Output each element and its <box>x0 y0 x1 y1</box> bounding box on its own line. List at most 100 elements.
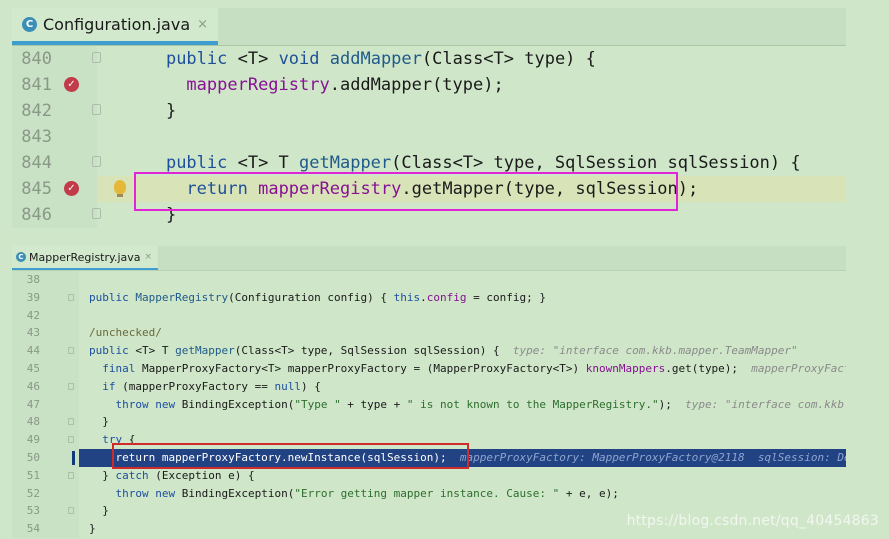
fold-marker-icon[interactable] <box>68 436 74 444</box>
code-line[interactable]: 47 throw new BindingException("Type " + … <box>12 395 847 414</box>
code-token: config <box>426 290 467 304</box>
code-token: (Class<T> type) { <box>421 49 596 69</box>
line-number: 42 <box>26 308 40 322</box>
code-line[interactable]: 842 } <box>12 98 846 124</box>
line-number: 844 <box>21 153 52 173</box>
breakpoint-icon[interactable]: ✓ <box>64 181 79 196</box>
line-number: 39 <box>26 290 40 304</box>
line-number: 45 <box>26 362 40 375</box>
fold-marker-icon[interactable] <box>92 104 101 115</box>
execution-point-icon <box>72 451 75 465</box>
fold-marker-icon[interactable] <box>68 471 74 479</box>
code-token: .addMapper(type); <box>329 75 504 95</box>
code-line[interactable]: 42 <box>12 306 846 325</box>
gutter[interactable]: 48 <box>12 413 79 432</box>
line-number: 51 <box>26 468 40 482</box>
gutter[interactable]: 842 <box>12 98 101 124</box>
code-text: public <T> void addMapper(Class<T> type)… <box>125 46 596 72</box>
code-text: } <box>125 98 176 124</box>
gutter[interactable]: 846 <box>12 202 101 228</box>
gutter[interactable]: 841 ✓ <box>12 72 97 98</box>
code-text: /unchecked/ <box>89 324 162 342</box>
code-editor[interactable]: 38 39 public MapperRegistry(Configuration … <box>12 271 846 538</box>
code-token: mapperRegistry <box>186 75 330 95</box>
code-text: } <box>89 520 96 538</box>
gutter[interactable]: 49 <box>12 431 79 449</box>
code-token: ) { <box>300 379 321 393</box>
gutter[interactable]: 43 <box>12 324 79 343</box>
line-number: 43 <box>26 326 40 340</box>
gutter[interactable]: 42 <box>12 306 79 325</box>
breakpoint-icon[interactable]: ✓ <box>64 77 79 92</box>
fold-marker-icon[interactable] <box>68 507 74 515</box>
line-number: 845 <box>21 179 52 199</box>
code-line[interactable]: 39 public MapperRegistry(Configuration co… <box>12 288 846 307</box>
code-token: BindingException( <box>175 397 295 411</box>
code-token: type: "interface com.kkb.mapper.TeamMapp… <box>512 344 798 358</box>
code-token: mapperProxyFactory <box>751 362 846 375</box>
code-token: getMapper <box>299 153 392 173</box>
code-token: /unchecked/ <box>89 326 162 340</box>
gutter[interactable]: 843 <box>12 124 97 150</box>
fold-marker-icon[interactable] <box>68 382 74 390</box>
code-line[interactable]: 52 throw new BindingException("Error get… <box>12 484 846 503</box>
code-token: } <box>89 415 109 429</box>
code-token: + type + <box>340 397 407 411</box>
gutter[interactable]: 44 <box>12 342 79 360</box>
watermark: https://blog.csdn.net/qq_40454863 <box>626 513 879 529</box>
gutter[interactable]: 845 ✓ <box>12 176 97 202</box>
gutter[interactable]: 51 <box>12 466 79 485</box>
code-line[interactable]: 48 } <box>12 413 846 432</box>
code-line[interactable]: 38 <box>12 271 846 289</box>
fold-marker-icon[interactable] <box>92 156 101 167</box>
code-line[interactable]: 45 final MapperProxyFactory<T> mapperPro… <box>12 360 846 378</box>
code-token: "Type " <box>294 397 341 411</box>
close-tab-icon[interactable]: × <box>197 17 208 32</box>
gutter[interactable]: 38 <box>12 271 79 289</box>
code-line[interactable]: 51 } catch (Exception e) { <box>12 466 846 485</box>
gutter[interactable]: 50 <box>12 449 79 467</box>
line-number: 52 <box>26 486 40 500</box>
gutter[interactable]: 844 <box>12 150 101 176</box>
mapper-registry-editor-pane: C MapperRegistry.java × 38 39 public Mappe… <box>12 246 846 539</box>
gutter[interactable]: 840 <box>12 46 101 72</box>
code-text: throw new BindingException("Type " + typ… <box>89 396 847 414</box>
code-line[interactable]: 46 if (mapperProxyFactory == null) { <box>12 377 846 396</box>
code-token: (Configuration config) { <box>228 290 394 304</box>
code-line[interactable]: 841 ✓ mapperRegistry.addMapper(type); <box>12 72 846 98</box>
tab-label: Configuration.java <box>43 15 191 34</box>
gutter[interactable]: 39 <box>12 288 79 307</box>
code-token: "Error getting mapper instance. Cause: " <box>294 486 560 500</box>
tab-mapper-registry-java[interactable]: C MapperRegistry.java × <box>12 246 159 270</box>
code-line[interactable]: 43/unchecked/ <box>12 324 846 343</box>
line-number: 44 <box>26 344 40 358</box>
code-text: } <box>89 413 109 431</box>
code-line[interactable]: 840 public <T> void addMapper(Class<T> t… <box>12 46 846 72</box>
code-token: catch <box>115 468 149 482</box>
fold-marker-icon[interactable] <box>68 293 74 301</box>
gutter[interactable]: 52 <box>12 484 79 503</box>
code-token: (mapperProxyFactory == <box>115 379 275 393</box>
fold-marker-icon[interactable] <box>68 418 74 426</box>
code-token: throw new <box>115 486 176 500</box>
gutter[interactable]: 45 <box>12 360 79 378</box>
gutter[interactable]: 54 <box>12 520 79 538</box>
line-number: 38 <box>26 273 40 286</box>
gutter[interactable]: 47 <box>12 395 79 414</box>
fold-marker-icon[interactable] <box>92 208 101 219</box>
fold-marker-icon[interactable] <box>68 347 74 355</box>
code-token: mapperProxyFactory: MapperProxyFactory@2… <box>459 451 846 464</box>
line-number: 843 <box>21 127 52 147</box>
close-tab-icon[interactable]: × <box>145 252 153 262</box>
gutter[interactable]: 53 <box>12 502 79 521</box>
code-token: + e, e); <box>559 486 619 500</box>
code-line[interactable]: 44 public <T> T getMapper(Class<T> type, … <box>12 342 846 360</box>
gutter[interactable]: 46 <box>12 377 79 396</box>
fold-marker-icon[interactable] <box>92 52 101 63</box>
code-line[interactable]: 843 <box>12 124 846 150</box>
tab-configuration-java[interactable]: C Configuration.java × <box>12 8 219 45</box>
